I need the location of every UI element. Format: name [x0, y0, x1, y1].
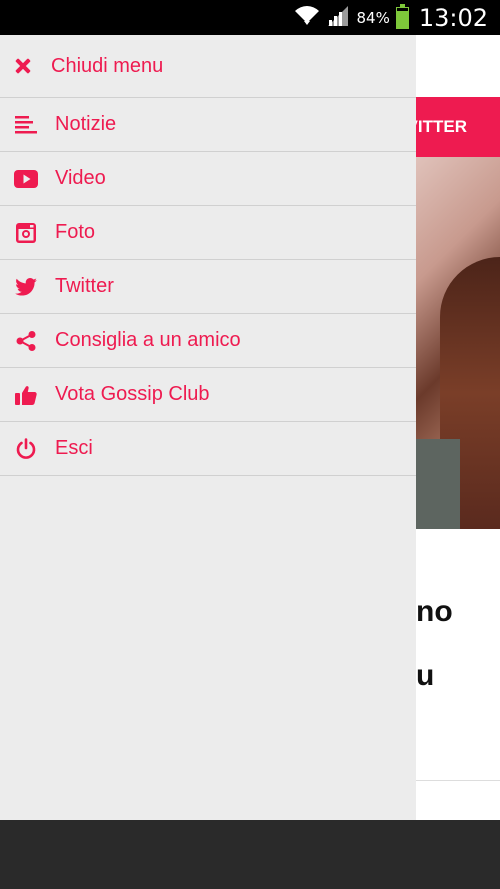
headline-line-1: no — [416, 595, 453, 628]
navigation-drawer: Chiudi menu Notizie Video Foto Twitter C… — [0, 35, 416, 820]
menu-item-video[interactable]: Video — [0, 152, 416, 206]
menu-item-consiglia[interactable]: Consiglia a un amico — [0, 314, 416, 368]
wifi-icon — [294, 3, 320, 32]
background-divider — [416, 780, 500, 781]
menu-item-label: Notizie — [55, 113, 117, 135]
close-menu-button[interactable]: Chiudi menu — [0, 35, 416, 98]
battery-percent: 84% — [356, 8, 390, 27]
menu-item-foto[interactable]: Foto — [0, 206, 416, 260]
news-lines-icon — [14, 113, 38, 137]
close-icon — [14, 57, 32, 75]
instagram-icon — [14, 221, 38, 245]
youtube-play-icon — [14, 167, 38, 191]
twitter-bird-icon — [14, 275, 38, 299]
status-bar: 84% 13:02 — [0, 0, 500, 35]
close-menu-label: Chiudi menu — [51, 54, 164, 77]
signal-icon — [326, 4, 350, 31]
menu-item-label: Video — [55, 167, 106, 189]
menu-item-label: Esci — [55, 437, 93, 459]
menu-item-label: Consiglia a un amico — [55, 329, 241, 351]
headline-line-2: u — [416, 659, 435, 692]
background-headline: no u — [416, 580, 453, 708]
navigation-bar — [0, 820, 500, 889]
clock: 13:02 — [418, 3, 488, 32]
share-icon — [14, 329, 38, 353]
menu-item-label: Foto — [55, 221, 96, 243]
menu-item-label: Vota Gossip Club — [55, 383, 210, 405]
menu-item-notizie[interactable]: Notizie — [0, 98, 416, 152]
thumbs-up-icon — [14, 383, 38, 407]
menu-item-esci[interactable]: Esci — [0, 422, 416, 476]
menu-item-label: Twitter — [55, 275, 114, 297]
menu-item-vota[interactable]: Vota Gossip Club — [0, 368, 416, 422]
menu-item-twitter[interactable]: Twitter — [0, 260, 416, 314]
power-icon — [14, 437, 38, 461]
battery-icon — [395, 3, 409, 29]
